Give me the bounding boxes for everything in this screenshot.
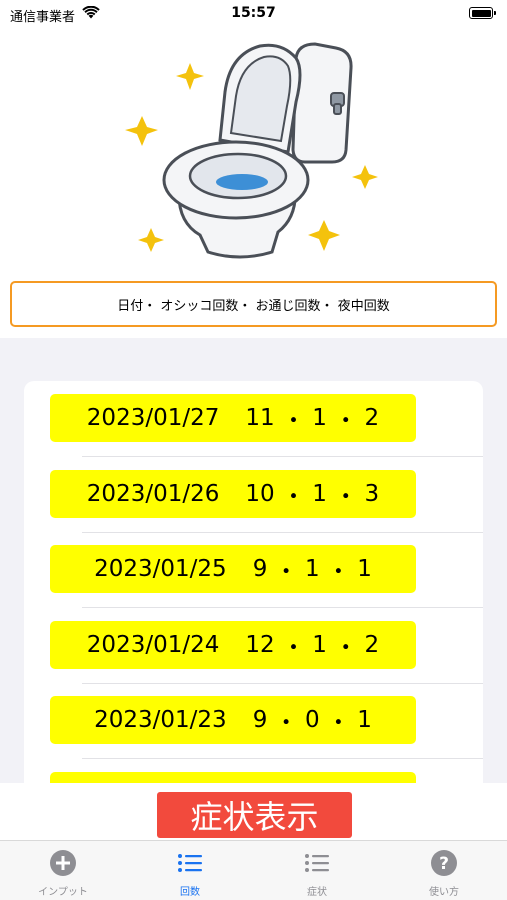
record-row-highlight: 2023/01/27 11 ・ 1 ・ 2 (50, 394, 416, 442)
sparkle-icon (352, 165, 378, 189)
bowel-count: 1 (312, 631, 327, 658)
urination-count: 10 (245, 480, 275, 507)
plus-circle-icon (50, 850, 76, 876)
tab-label: 回数 (180, 887, 200, 898)
sparkle-icon (308, 220, 340, 251)
tab-symptoms[interactable]: 症状 (254, 841, 380, 900)
tab-bar: インプット 回数 症状 ? 使い方 (0, 840, 507, 900)
tab-label: 症状 (307, 887, 327, 898)
night-count: 3 (364, 480, 380, 507)
night-count: 2 (364, 405, 380, 431)
toilet-illustration (125, 42, 378, 259)
battery-icon (469, 7, 496, 19)
sparkle-icon (176, 63, 204, 90)
record-row-highlight: 2023/01/26 10 ・ 1 ・ 3 (50, 469, 416, 518)
record-row-highlight (50, 771, 416, 783)
urination-count: 9 (252, 707, 268, 733)
question-circle-icon: ? (431, 850, 457, 876)
record-date: 2023/01/24 (86, 631, 220, 658)
record-row[interactable]: 2023/01/24 12 ・ 1 ・ 2 (24, 608, 483, 684)
status-bar: 通信事業者 15:57 (0, 0, 507, 30)
record-row[interactable]: 2023/01/25 9 ・ 1 ・ 1 (24, 532, 483, 608)
record-row[interactable]: 2023/01/26 10 ・ 1 ・ 3 (24, 457, 483, 533)
columns-header: 日付・ オシッコ回数・ お通じ回数・ 夜中回数 (10, 281, 497, 327)
records-list[interactable]: 2023/01/27 11 ・ 1 ・ 2 2023/01/26 10 ・ 1 ・ 3… (24, 381, 483, 783)
bowel-count: 1 (312, 405, 327, 431)
tab-label: 使い方 (429, 887, 459, 898)
show-symptoms-button[interactable]: 症状表示 (157, 792, 352, 838)
record-row[interactable] (24, 759, 483, 783)
urination-count: 9 (252, 556, 268, 582)
tab-input[interactable]: インプット (0, 841, 126, 900)
records-list-background: 2023/01/27 11 ・ 1 ・ 2 2023/01/26 10 ・ 1 ・ 3… (0, 338, 507, 783)
symptom-button-area: 症状表示 (0, 783, 507, 840)
list-icon (305, 854, 329, 872)
record-row-highlight: 2023/01/24 12 ・ 1 ・ 2 (50, 620, 416, 669)
night-count: 1 (357, 556, 372, 582)
bowel-count: 0 (304, 707, 320, 733)
urination-count: 11 (245, 405, 275, 431)
tab-how-to-use[interactable]: ? 使い方 (381, 841, 507, 900)
status-time: 15:57 (231, 5, 276, 21)
bowel-count: 1 (304, 556, 320, 582)
night-count: 1 (357, 707, 372, 733)
tab-label: インプット (38, 887, 88, 898)
tab-counts[interactable]: 回数 (127, 841, 253, 900)
list-icon (178, 854, 202, 872)
sparkle-icon (125, 116, 158, 146)
record-date: 2023/01/25 (94, 556, 227, 582)
record-row-highlight: 2023/01/23 9 ・ 0 ・ 1 (50, 696, 416, 744)
record-row-highlight: 2023/01/25 9 ・ 1 ・ 1 (50, 545, 416, 593)
bowel-count: 1 (312, 480, 327, 507)
record-row[interactable]: 2023/01/23 9 ・ 0 ・ 1 (24, 683, 483, 759)
columns-header-label: 日付・ オシッコ回数・ お通じ回数・ 夜中回数 (117, 298, 390, 314)
record-date: 2023/01/23 (94, 707, 227, 733)
night-count: 2 (364, 631, 380, 658)
svg-text:?: ? (439, 854, 449, 874)
record-row[interactable]: 2023/01/27 11 ・ 1 ・ 2 (24, 381, 483, 457)
sparkle-icon (138, 228, 164, 252)
record-date: 2023/01/27 (86, 405, 220, 431)
record-date: 2023/01/26 (86, 480, 220, 507)
urination-count: 12 (245, 631, 275, 658)
